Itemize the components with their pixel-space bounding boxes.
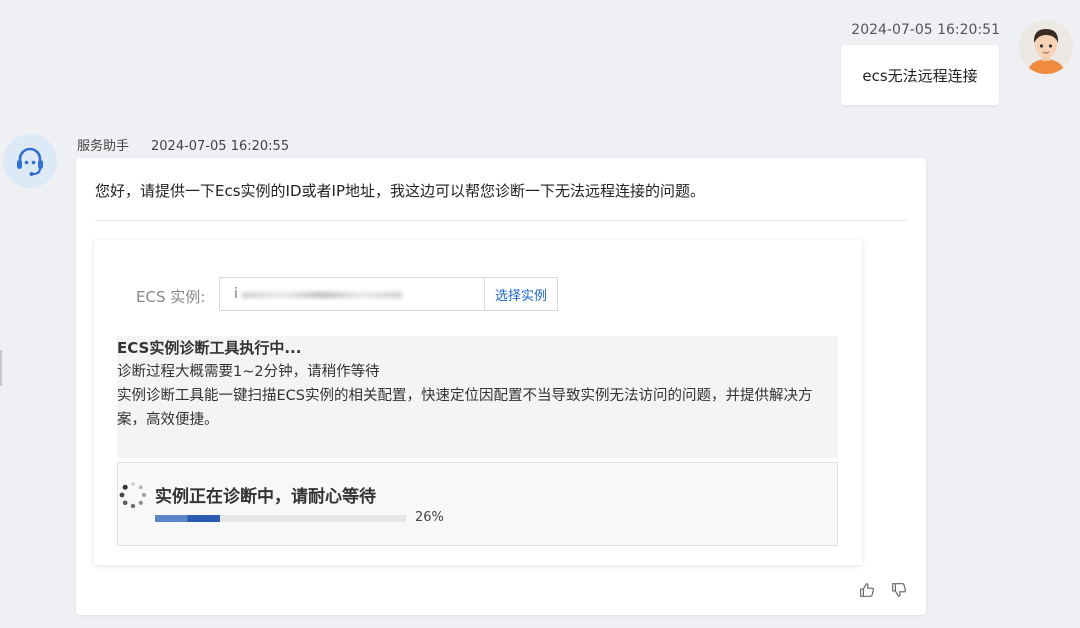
diagnosis-tool-card: ECS 实例: i 选择实例 ECS实例诊断工具执行中... 诊断过程大概需要1… — [94, 240, 862, 565]
user-message-timestamp: 2024-07-05 16:20:51 — [851, 22, 1000, 38]
select-instance-button[interactable]: 选择实例 — [484, 277, 558, 311]
bot-greeting-text: 您好，请提供一下Ecs实例的ID或者IP地址，我这边可以帮您诊断一下无法远程连接… — [95, 182, 705, 200]
user-message-text: ecs无法远程连接 — [862, 66, 978, 85]
headset-icon — [3, 134, 57, 188]
redacted-value — [242, 292, 402, 298]
thumbs-down-icon[interactable] — [890, 581, 908, 599]
bot-message-card: 您好，请提供一下Ecs实例的ID或者IP地址，我这边可以帮您诊断一下无法远程连接… — [76, 158, 926, 615]
spinner-icon — [119, 482, 146, 509]
diagnosis-status-line1: 诊断过程大概需要1~2分钟，请稍作等待 — [117, 364, 380, 380]
user-avatar-icon — [1019, 20, 1073, 74]
diagnosis-progress-title: 实例正在诊断中，请耐心等待 — [155, 487, 376, 507]
bot-sender-name: 服务助手 — [77, 139, 130, 154]
diagnosis-progress-fill — [155, 515, 221, 522]
diagnosis-progress-bar — [155, 515, 406, 522]
diagnosis-info-panel: ECS实例诊断工具执行中... 诊断过程大概需要1~2分钟，请稍作等待 实例诊断… — [117, 336, 838, 458]
diagnosis-status-title: ECS实例诊断工具执行中... — [117, 339, 302, 357]
ecs-instance-input-value: i — [234, 286, 238, 302]
divider — [95, 220, 907, 221]
bot-message-meta: 服务助手 2024-07-05 16:20:55 — [77, 135, 289, 154]
bot-message-timestamp: 2024-07-05 16:20:55 — [151, 139, 290, 154]
thumbs-up-icon[interactable] — [858, 581, 876, 599]
diagnosis-progress-panel: 实例正在诊断中，请耐心等待 26% — [117, 462, 838, 546]
user-message-bubble: ecs无法远程连接 — [841, 45, 999, 105]
ecs-instance-label: ECS 实例: — [136, 288, 206, 306]
side-handle[interactable] — [0, 350, 2, 386]
diagnosis-progress-percent: 26% — [415, 510, 444, 525]
feedback-actions — [858, 581, 908, 599]
ecs-instance-input[interactable]: i — [219, 277, 484, 311]
diagnosis-status-line2: 实例诊断工具能一键扫描ECS实例的相关配置，快速定位因配置不当导致实例无法访问的… — [117, 388, 813, 428]
